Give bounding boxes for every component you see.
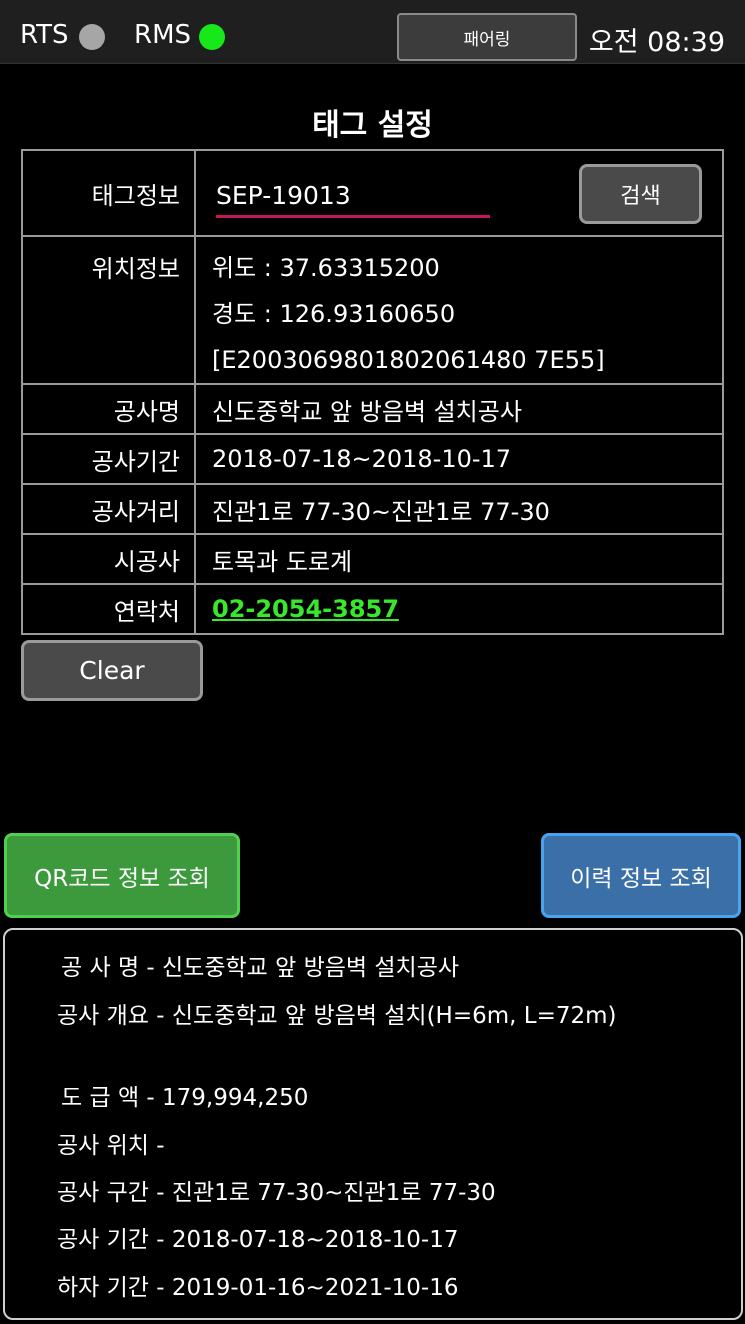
epc-text: [E2003069801802061480 7E55] [212,346,605,374]
table-row: 위치정보 위도 : 37.63315200 경도 : 126.93160650 … [21,235,724,385]
tag-info-cell: 검색 [194,149,724,237]
construction-period-label: 공사기간 [21,433,196,485]
tag-info-label: 태그정보 [21,149,196,237]
table-row: 공사기간 2018-07-18~2018-10-17 [21,433,724,485]
search-button[interactable]: 검색 [579,164,702,224]
tag-info-table: 태그정보 검색 위치정보 위도 : 37.63315200 경도 : 126.9… [21,149,724,635]
clear-button[interactable]: Clear [21,640,203,701]
info-amount: 도 급 액 - 179,994,250 [61,1085,309,1111]
table-row: 공사거리 진관1로 77-30~진관1로 77-30 [21,483,724,535]
info-location: 공사 위치 - [57,1133,165,1159]
construction-name-label: 공사명 [21,383,196,435]
contractor-label: 시공사 [21,533,196,585]
rts-status-indicator [79,24,105,50]
rms-status-indicator [199,24,225,50]
location-label: 위치정보 [21,235,196,385]
construction-period-value: 2018-07-18~2018-10-17 [194,433,724,485]
latitude-text: 위도 : 37.63315200 [212,254,440,282]
info-name: 공 사 명 - 신도중학교 앞 방음벽 설치공사 [61,955,460,981]
history-info-button[interactable]: 이력 정보 조회 [541,833,741,918]
construction-info-panel: 공 사 명 - 신도중학교 앞 방음벽 설치공사 공사 개요 - 신도중학교 앞… [3,928,743,1320]
tag-input[interactable] [216,176,490,218]
location-cell: 위도 : 37.63315200 경도 : 126.93160650 [E200… [194,235,724,385]
clock: 오전 08:39 [588,27,725,58]
table-row: 연락처 02-2054-3857 [21,583,724,635]
qr-info-button[interactable]: QR코드 정보 조회 [4,833,240,918]
construction-distance-label: 공사거리 [21,483,196,535]
table-row: 공사명 신도중학교 앞 방음벽 설치공사 [21,383,724,435]
contact-label: 연락처 [21,583,196,635]
info-section: 공사 구간 - 진관1로 77-30~진관1로 77-30 [57,1180,496,1206]
contact-cell: 02-2054-3857 [194,583,724,635]
construction-name-value: 신도중학교 앞 방음벽 설치공사 [194,383,724,435]
contractor-value: 토목과 도로계 [194,533,724,585]
construction-distance-value: 진관1로 77-30~진관1로 77-30 [194,483,724,535]
info-warranty: 하자 기간 - 2019-01-16~2021-10-16 [57,1275,459,1301]
status-bar: RTS RMS 패어링 오전 08:39 [0,0,745,64]
pairing-button[interactable]: 패어링 [397,13,577,61]
page-title: 태그 설정 [312,108,433,143]
info-period: 공사 기간 - 2018-07-18~2018-10-17 [57,1227,459,1253]
rms-label: RMS [134,20,192,50]
table-row: 태그정보 검색 [21,149,724,237]
longitude-text: 경도 : 126.93160650 [212,300,456,328]
contact-phone-link[interactable]: 02-2054-3857 [212,595,399,623]
info-overview: 공사 개요 - 신도중학교 앞 방음벽 설치(H=6m, L=72m) [57,1003,617,1029]
table-row: 시공사 토목과 도로계 [21,533,724,585]
rts-label: RTS [20,20,69,50]
